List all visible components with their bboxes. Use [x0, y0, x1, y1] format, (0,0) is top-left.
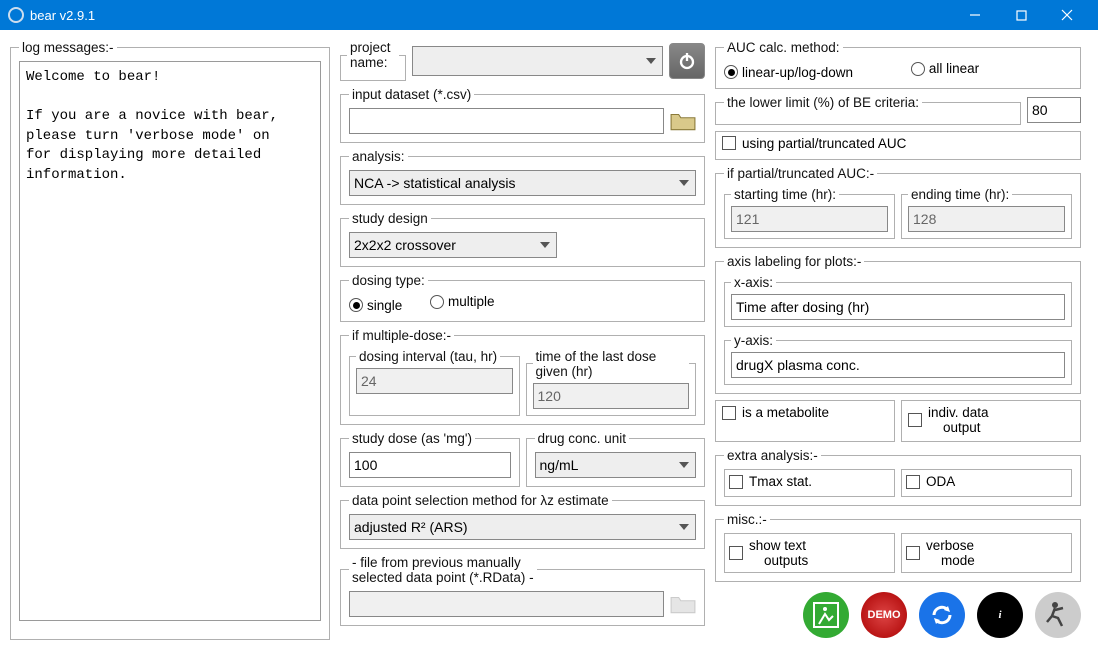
minimize-button[interactable]: [952, 0, 998, 30]
last-dose-time-group: time of the last dose given (hr): [526, 349, 697, 416]
be-limit-legend: the lower limit (%) of BE criteria:: [724, 95, 922, 110]
study-dose-legend: study dose (as 'mg'): [349, 431, 475, 446]
input-dataset-legend: input dataset (*.csv): [349, 87, 474, 102]
axis-labeling-legend: axis labeling for plots:-: [724, 254, 864, 269]
show-text-checkbox[interactable]: show text outputs: [729, 538, 808, 568]
analysis-legend: analysis:: [349, 149, 408, 164]
auc-all-linear-radio[interactable]: all linear: [911, 61, 979, 76]
exit-button[interactable]: [803, 592, 849, 638]
project-name-group: project name:: [340, 40, 406, 81]
study-design-group: study design 2x2x2 crossover: [340, 211, 705, 267]
conc-unit-group: drug conc. unit ng/mL: [526, 431, 706, 487]
lambdaz-legend: data point selection method for λz estim…: [349, 493, 612, 508]
yaxis-field[interactable]: [731, 352, 1065, 378]
metabolite-checkbox[interactable]: is a metabolite: [722, 405, 829, 420]
yaxis-legend: y-axis:: [731, 333, 776, 348]
dosing-interval-legend: dosing interval (tau, hr): [356, 349, 500, 364]
indiv-data-checkbox[interactable]: indiv. data output: [908, 405, 989, 435]
auc-method-legend: AUC calc. method:: [724, 40, 843, 55]
oda-checkbox[interactable]: ODA: [906, 474, 955, 489]
pauc-start-group: starting time (hr):: [724, 187, 895, 239]
lambdaz-group: data point selection method for λz estim…: [340, 493, 705, 549]
demo-button[interactable]: DEMO: [861, 592, 907, 638]
last-dose-time-field: [533, 383, 690, 409]
app-icon: [8, 7, 24, 23]
refresh-button[interactable]: [919, 592, 965, 638]
analysis-select[interactable]: NCA -> statistical analysis: [349, 170, 696, 196]
pauc-start-legend: starting time (hr):: [731, 187, 839, 202]
misc-group: misc.:- show text outputs verbose mode: [715, 512, 1081, 582]
dosing-interval-field: [356, 368, 513, 394]
input-dataset-group: input dataset (*.csv): [340, 87, 705, 143]
info-button[interactable]: i: [977, 592, 1023, 638]
dosing-type-legend: dosing type:: [349, 273, 428, 288]
prevfile-group: - file from previous manuallyselected da…: [340, 555, 705, 626]
last-dose-time-legend: time of the last dose given (hr): [533, 349, 690, 379]
extra-analysis-legend: extra analysis:-: [724, 448, 821, 463]
xaxis-group: x-axis:: [724, 275, 1072, 327]
run-button[interactable]: [1035, 592, 1081, 638]
partial-auc-times-legend: if partial/truncated AUC:-: [724, 166, 877, 181]
log-messages-group: log messages:- Welcome to bear! If you a…: [10, 40, 330, 640]
study-dose-group: study dose (as 'mg'): [340, 431, 520, 487]
browse-prevfile-button: [670, 593, 696, 615]
xaxis-legend: x-axis:: [731, 275, 776, 290]
partial-auc-checkbox[interactable]: using partial/truncated AUC: [722, 136, 906, 151]
project-name-select[interactable]: [412, 46, 663, 76]
study-design-select[interactable]: 2x2x2 crossover: [349, 232, 557, 258]
input-dataset-field[interactable]: [349, 108, 664, 134]
auc-linlog-radio[interactable]: linear-up/log-down: [724, 65, 853, 80]
multiple-dose-group: if multiple-dose:- dosing interval (tau,…: [340, 328, 705, 425]
dosing-interval-group: dosing interval (tau, hr): [349, 349, 520, 416]
pauc-end-field: [908, 206, 1065, 232]
pauc-end-legend: ending time (hr):: [908, 187, 1012, 202]
partial-auc-times-group: if partial/truncated AUC:- starting time…: [715, 166, 1081, 248]
yaxis-group: y-axis:: [724, 333, 1072, 385]
conc-unit-select[interactable]: ng/mL: [535, 452, 697, 478]
study-design-legend: study design: [349, 211, 431, 226]
partial-auc-chk-group: using partial/truncated AUC: [715, 131, 1081, 161]
study-dose-field[interactable]: [349, 452, 511, 478]
auc-method-group: AUC calc. method: linear-up/log-down all…: [715, 40, 1081, 89]
project-name-legend: project name:: [347, 40, 399, 70]
tmax-checkbox[interactable]: Tmax stat.: [729, 474, 812, 489]
lambdaz-select[interactable]: adjusted R² (ARS): [349, 514, 696, 540]
dosing-single-radio[interactable]: single: [349, 298, 402, 313]
misc-legend: misc.:-: [724, 512, 770, 527]
metabolite-group: is a metabolite: [715, 400, 895, 442]
prevfile-legend: - file from previous manuallyselected da…: [349, 555, 537, 585]
close-button[interactable]: [1044, 0, 1090, 30]
analysis-group: analysis: NCA -> statistical analysis: [340, 149, 705, 205]
pauc-end-group: ending time (hr):: [901, 187, 1072, 239]
indiv-data-group: indiv. data output: [901, 400, 1081, 442]
be-limit-group: the lower limit (%) of BE criteria:: [715, 95, 1021, 125]
multiple-dose-legend: if multiple-dose:-: [349, 328, 454, 343]
maximize-button[interactable]: [998, 0, 1044, 30]
axis-labeling-group: axis labeling for plots:- x-axis: y-axis…: [715, 254, 1081, 394]
log-messages-legend: log messages:-: [19, 40, 117, 55]
be-limit-field[interactable]: [1027, 97, 1081, 123]
dosing-multiple-radio[interactable]: multiple: [430, 294, 495, 309]
power-button[interactable]: [669, 43, 705, 79]
extra-analysis-group: extra analysis:- Tmax stat. ODA: [715, 448, 1081, 506]
window-title: bear v2.9.1: [30, 8, 95, 23]
xaxis-field[interactable]: [731, 294, 1065, 320]
browse-dataset-button[interactable]: [670, 110, 696, 132]
log-messages-text[interactable]: Welcome to bear! If you are a novice wit…: [19, 61, 321, 621]
prevfile-field: [349, 591, 664, 617]
dosing-type-group: dosing type: single multiple: [340, 273, 705, 322]
conc-unit-legend: drug conc. unit: [535, 431, 630, 446]
verbose-checkbox[interactable]: verbose mode: [906, 538, 975, 568]
pauc-start-field: [731, 206, 888, 232]
titlebar: bear v2.9.1: [0, 0, 1098, 30]
